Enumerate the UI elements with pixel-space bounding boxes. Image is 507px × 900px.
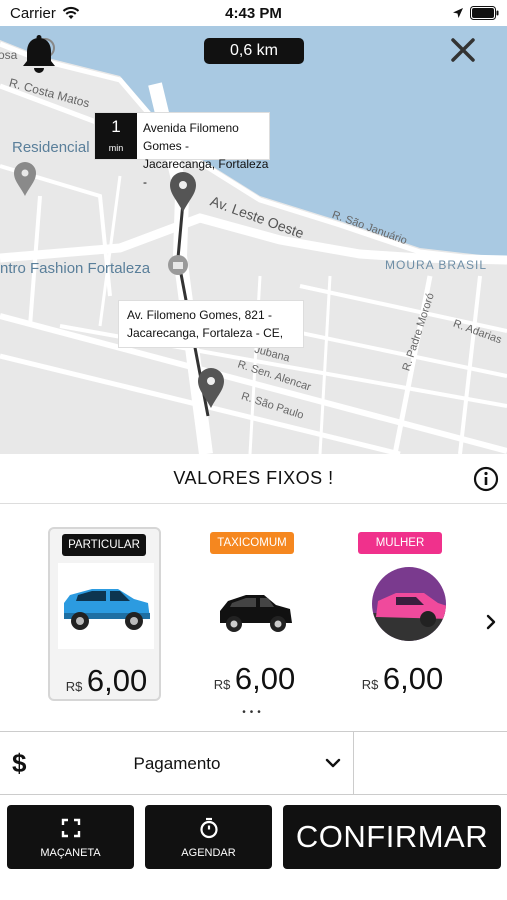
payment-divider — [353, 732, 354, 794]
eta-unit: min — [108, 143, 124, 153]
timer-icon — [199, 817, 218, 839]
currency-label: R$ — [361, 677, 379, 692]
expand-icon — [61, 818, 80, 838]
info-icon[interactable] — [473, 466, 499, 492]
map-label: MOURA BRASIL — [385, 258, 488, 272]
status-time: 4:43 PM — [225, 5, 282, 22]
vehicle-price: R$ 6,00 — [346, 661, 459, 697]
dollar-icon: $ — [12, 748, 27, 778]
confirm-button[interactable]: CONFIRMAR — [283, 805, 501, 869]
map-label: Residencial — [12, 139, 90, 156]
origin-address-line1: Avenida Filomeno Gomes - — [143, 121, 239, 153]
battery-icon — [470, 6, 499, 20]
location-arrow-icon — [453, 8, 463, 18]
currency-label: R$ — [65, 679, 83, 694]
macaneta-label: MAÇANETA — [40, 847, 101, 859]
price-value: 6,00 — [382, 661, 444, 696]
chevron-right-icon[interactable] — [484, 613, 498, 631]
fixed-prices-header: VALORES FIXOS ! — [0, 454, 507, 504]
map-label: osa — [0, 48, 18, 62]
vehicle-badge: TAXICOMUM — [210, 532, 294, 554]
eta-value: 1 — [111, 117, 121, 136]
price-value: 6,00 — [234, 661, 296, 696]
payment-label: Pagamento — [133, 754, 221, 773]
destination-callout: Av. Filomeno Gomes, 821 - Jacarecanga, F… — [118, 300, 304, 348]
macaneta-button[interactable]: MAÇANETA — [7, 805, 134, 869]
vehicle-card-mulher[interactable]: MULHER R$ 6,00 — [346, 527, 459, 701]
price-value: 6,00 — [86, 663, 148, 698]
agendar-button[interactable]: AGENDAR — [145, 805, 272, 869]
vehicle-carousel: PARTICULAR R$ 6,00 TAXICOMUM R$ 6,00 MUL… — [0, 505, 507, 730]
eta-callout: 1 min Avenida Filomeno Gomes - Jacarecan… — [94, 112, 270, 189]
origin-address-line2: Jacarecanga, Fortaleza - — [143, 157, 269, 189]
vehicle-badge: MULHER — [358, 532, 442, 554]
vehicle-price: R$ 6,00 — [50, 663, 163, 699]
fixed-prices-title: VALORES FIXOS ! — [173, 468, 334, 488]
vehicle-card-particular[interactable]: PARTICULAR R$ 6,00 — [48, 527, 161, 701]
map-view[interactable]: osa R. Costa Matos Residencial Av. Leste… — [0, 26, 507, 454]
vehicle-card-taxicomum[interactable]: TAXICOMUM R$ 6,00 — [198, 527, 311, 701]
destination-address-line1: Av. Filomeno Gomes, 821 - — [127, 308, 272, 322]
close-icon[interactable] — [449, 36, 477, 64]
vehicle-badge: PARTICULAR — [62, 534, 146, 556]
distance-badge: 0,6 km — [204, 38, 304, 64]
map-label: ntro Fashion Fortaleza — [0, 260, 151, 277]
currency-label: R$ — [213, 677, 231, 692]
blue-car-icon — [58, 563, 154, 649]
pink-car-icon — [372, 567, 446, 641]
black-car-icon — [220, 595, 292, 632]
vehicle-price: R$ 6,00 — [198, 661, 311, 697]
chevron-down-icon[interactable] — [324, 756, 342, 770]
agendar-label: AGENDAR — [181, 847, 236, 859]
confirm-label: CONFIRMAR — [295, 819, 489, 854]
bell-icon[interactable] — [18, 34, 60, 76]
payment-selector[interactable]: $ Pagamento — [0, 731, 507, 795]
eta-time-block: 1 min — [95, 113, 137, 159]
origin-address: Avenida Filomeno Gomes - Jacarecanga, Fo… — [143, 119, 269, 191]
status-bar: Carrier 4:43 PM — [0, 0, 507, 26]
map-background — [0, 26, 507, 454]
carousel-pagination: ••• — [242, 707, 265, 718]
destination-address-line2: Jacarecanga, Fortaleza - CE, — [127, 326, 284, 340]
